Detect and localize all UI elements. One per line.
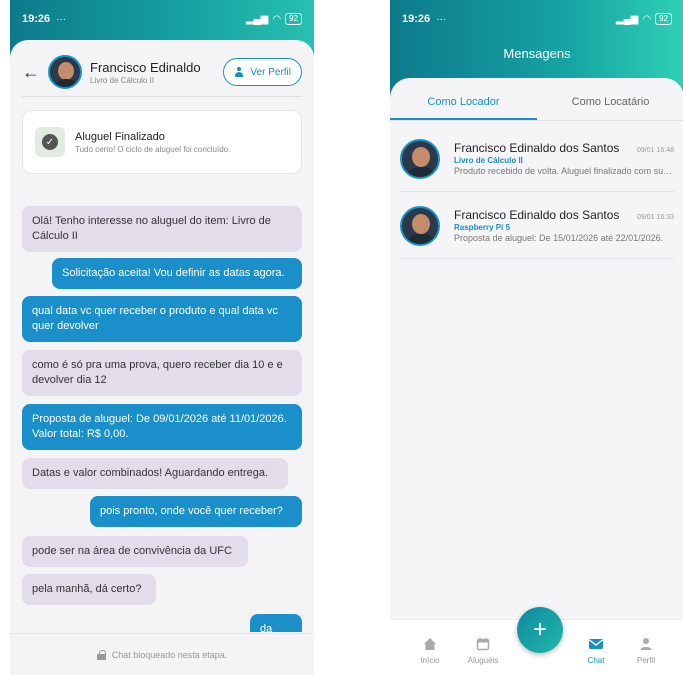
contact-name: Francisco Edinaldo — [90, 59, 201, 75]
wifi-icon: ◠ — [642, 13, 652, 25]
conversation-name: Francisco Edinaldo dos Santos — [454, 141, 620, 155]
conversation-item[interactable]: Francisco Edinaldo dos Santos 09/01 16:4… — [400, 126, 674, 192]
check-icon: ✓ — [42, 134, 58, 150]
nav-alugueis[interactable]: Aluguéis — [458, 637, 508, 665]
nav-chat[interactable]: Chat — [571, 637, 621, 665]
chat-header: ← Francisco Edinaldo Livro de Cálculo II… — [10, 48, 314, 96]
conversation-preview: Produto recebido de volta. Aluguel final… — [454, 166, 674, 176]
avatar — [400, 205, 440, 246]
status-icons: ▂▄▆ ◠ 92 — [616, 13, 672, 25]
tab-bar: Como Locador Como Locatário — [390, 88, 683, 120]
lock-icon — [96, 649, 106, 660]
outgoing-message[interactable]: da sim — [250, 614, 302, 632]
nav-label: Perfil — [636, 656, 656, 665]
messages-screen: 19:26 ··· ▂▄▆ ◠ 92 Mensagens Como Locado… — [390, 0, 683, 675]
contact-info: Francisco Edinaldo Livro de Cálculo II — [90, 60, 201, 85]
status-time: 19:26 — [402, 13, 431, 25]
wifi-icon: ◠ — [272, 13, 282, 25]
battery-icon: 92 — [655, 13, 672, 25]
outgoing-message[interactable]: Solicitação aceita! Vou definir as datas… — [52, 258, 302, 289]
nav-label: Início — [420, 656, 440, 665]
nav-inicio[interactable]: Início — [405, 637, 455, 665]
conversation-item-name: Livro de Cálculo II — [454, 156, 523, 165]
status-dots: ··· — [56, 13, 67, 25]
status-bar: 19:26 ··· ▂▄▆ ◠ 92 — [390, 0, 683, 38]
outgoing-message[interactable]: qual data vc quer receber o produto e qu… — [22, 296, 302, 342]
conversation-preview: Proposta de aluguel: De 15/01/2026 até 2… — [454, 233, 664, 243]
signal-icon: ▂▄▆ — [245, 13, 269, 25]
view-profile-label: Ver Perfil — [250, 66, 291, 78]
incoming-message[interactable]: Datas e valor combinados! Aguardando ent… — [22, 458, 288, 489]
outgoing-message[interactable]: pois pronto, onde você quer receber? — [90, 496, 302, 527]
incoming-message[interactable]: Olá! Tenho interesse no aluguel do item:… — [22, 206, 302, 252]
rental-status-card: ✓ Aluguel Finalizado Tudo certo! O ciclo… — [22, 110, 302, 174]
chat-icon — [571, 637, 621, 653]
avatar[interactable] — [48, 55, 82, 89]
conversation-item-name: Raspberry Pi 5 — [454, 223, 511, 232]
avatar — [400, 138, 440, 179]
contact-item: Livro de Cálculo II — [90, 75, 155, 85]
status-dots: ··· — [436, 13, 447, 25]
status-icons: ▂▄▆ ◠ 92 — [246, 13, 302, 25]
incoming-message[interactable]: pela manhã, dá certo? — [22, 574, 156, 605]
back-arrow-icon[interactable]: ← — [22, 62, 48, 83]
status-text: Aluguel Finalizado Tudo certo! O ciclo d… — [75, 131, 230, 154]
divider — [22, 96, 302, 97]
conversation-text: Francisco Edinaldo dos Santos 09/01 16:4… — [454, 141, 674, 176]
calendar-icon — [458, 637, 508, 653]
status-subtitle: Tudo certo! O ciclo de aluguel foi concl… — [75, 144, 231, 154]
status-time: 19:26 — [22, 13, 51, 25]
nav-perfil[interactable]: Perfil — [621, 637, 671, 665]
person-icon — [234, 67, 244, 77]
nav-label: Aluguéis — [467, 656, 499, 665]
conversation-time: 09/01 16:33 — [637, 214, 674, 221]
incoming-message[interactable]: pode ser na área de convivência da UFC — [22, 536, 248, 567]
add-button[interactable]: + — [517, 607, 563, 653]
tab-como-locatario[interactable]: Como Locatário — [537, 88, 683, 120]
conversation-name: Francisco Edinaldo dos Santos — [454, 208, 620, 222]
battery-icon: 92 — [285, 13, 302, 25]
locked-chat-bar: Chat bloqueado nesta etapa. — [10, 633, 314, 675]
view-profile-button[interactable]: Ver Perfil — [223, 58, 302, 86]
tab-como-locador[interactable]: Como Locador — [390, 88, 537, 120]
conversation-time: 09/01 16:48 — [637, 147, 674, 154]
page-title: Mensagens — [503, 46, 571, 61]
home-icon — [405, 637, 455, 653]
status-bar: 19:26 ··· ▂▄▆ ◠ 92 — [10, 0, 314, 38]
nav-label: Chat — [587, 656, 605, 665]
chat-screen: 19:26 ··· ▂▄▆ ◠ 92 ← Francisco Edinaldo … — [10, 0, 314, 675]
signal-icon: ▂▄▆ — [615, 13, 639, 25]
message-list[interactable]: Olá! Tenho interesse no aluguel do item:… — [22, 202, 302, 632]
person-icon — [621, 637, 671, 653]
conversation-text: Francisco Edinaldo dos Santos 09/01 16:3… — [454, 208, 674, 243]
check-badge: ✓ — [35, 127, 65, 157]
locked-text: Chat bloqueado nesta etapa. — [111, 649, 228, 660]
conversation-item[interactable]: Francisco Edinaldo dos Santos 09/01 16:3… — [400, 193, 674, 259]
incoming-message[interactable]: como é só pra uma prova, quero receber d… — [22, 350, 302, 396]
tab-divider — [390, 120, 683, 121]
outgoing-message[interactable]: Proposta de aluguel: De 09/01/2026 até 1… — [22, 404, 302, 450]
status-title: Aluguel Finalizado — [75, 130, 165, 143]
